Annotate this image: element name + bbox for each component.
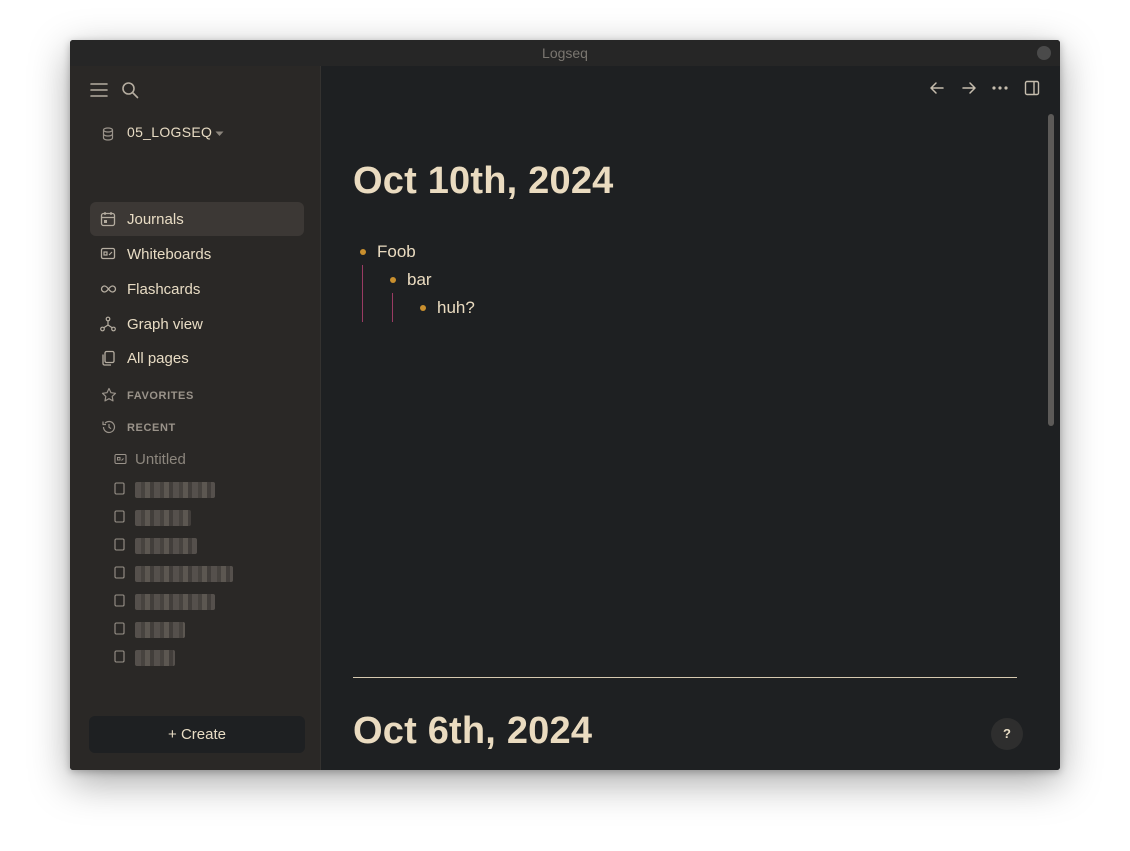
history-icon (101, 419, 117, 435)
redacted-page-title (135, 538, 197, 554)
page-icon (114, 594, 125, 607)
block-content[interactable]: bar (407, 270, 432, 290)
nav-flashcards[interactable]: Flashcards (90, 272, 304, 306)
nav-whiteboards-label: Whiteboards (127, 246, 212, 263)
main-content: Oct 10th, 2024 Foob bar huh? Oct 6th, 20… (321, 66, 1060, 770)
nav-journals[interactable]: Journals (90, 202, 304, 236)
redacted-page-title (135, 594, 215, 610)
block-content[interactable]: huh? (437, 298, 475, 318)
redacted-page-title (135, 622, 185, 638)
app-window: Logseq 05_LOGSEQ Journals Whiteboards Fl… (70, 40, 1060, 770)
database-icon (102, 127, 114, 141)
journal-divider (353, 677, 1017, 678)
star-icon (101, 387, 117, 403)
page-icon (114, 538, 125, 551)
block-bullet[interactable] (360, 249, 366, 255)
arrow-right-icon[interactable] (961, 80, 977, 96)
page-icon (114, 622, 125, 635)
nav-flashcards-label: Flashcards (127, 281, 201, 298)
arrow-left-icon[interactable] (929, 80, 945, 96)
title-bar: Logseq (70, 40, 1060, 66)
journal-title[interactable]: Oct 10th, 2024 (353, 160, 614, 203)
menu-icon[interactable] (90, 82, 108, 98)
more-options-icon[interactable] (991, 80, 1009, 96)
nav-graph-view[interactable]: Graph view (90, 307, 304, 341)
redacted-page-title (135, 650, 175, 666)
block-thread-line (362, 265, 363, 322)
nav-all-pages[interactable]: All pages (90, 341, 304, 375)
journal-title[interactable]: Oct 6th, 2024 (353, 710, 592, 753)
infinity-icon (100, 281, 117, 297)
block-bullet[interactable] (420, 305, 426, 311)
window-title: Logseq (542, 45, 588, 61)
recent-item[interactable] (114, 533, 294, 557)
block-bullet[interactable] (390, 277, 396, 283)
recent-item[interactable]: Untitled (114, 448, 294, 472)
pages-icon (100, 350, 116, 366)
favorites-label: FAVORITES (127, 390, 194, 402)
nav-graph-view-label: Graph view (127, 316, 203, 333)
page-icon (114, 650, 125, 663)
left-sidebar: 05_LOGSEQ Journals Whiteboards Flashcard… (70, 66, 321, 770)
graph-icon (100, 316, 116, 332)
page-icon (114, 566, 125, 579)
nav-whiteboards[interactable]: Whiteboards (90, 237, 304, 271)
redacted-page-title (135, 482, 215, 498)
recent-item-label: Untitled (135, 451, 186, 468)
create-button[interactable]: + Create (89, 716, 305, 753)
calendar-icon (100, 211, 116, 227)
recent-item[interactable] (114, 561, 294, 585)
help-button[interactable]: ? (991, 718, 1023, 750)
page-icon (114, 510, 125, 523)
window-close-button[interactable] (1037, 46, 1051, 60)
nav-journals-label: Journals (127, 211, 184, 228)
workspace-name: 05_LOGSEQ (127, 124, 213, 140)
toggle-right-sidebar-icon[interactable] (1024, 80, 1040, 96)
nav-all-pages-label: All pages (127, 350, 189, 367)
recent-item[interactable] (114, 589, 294, 613)
recent-item[interactable] (114, 617, 294, 641)
recent-item[interactable] (114, 505, 294, 529)
whiteboard-icon (100, 246, 116, 262)
redacted-page-title (135, 566, 233, 582)
block-content[interactable]: Foob (377, 242, 416, 262)
scrollbar[interactable] (1048, 114, 1054, 426)
chevron-down-icon (215, 131, 224, 137)
block-thread-line (392, 293, 393, 322)
search-icon[interactable] (121, 81, 139, 99)
recent-item[interactable] (114, 477, 294, 501)
redacted-page-title (135, 510, 191, 526)
page-icon (114, 482, 125, 495)
recent-item[interactable] (114, 645, 294, 669)
whiteboard-icon (114, 453, 127, 466)
recent-label: RECENT (127, 422, 176, 434)
